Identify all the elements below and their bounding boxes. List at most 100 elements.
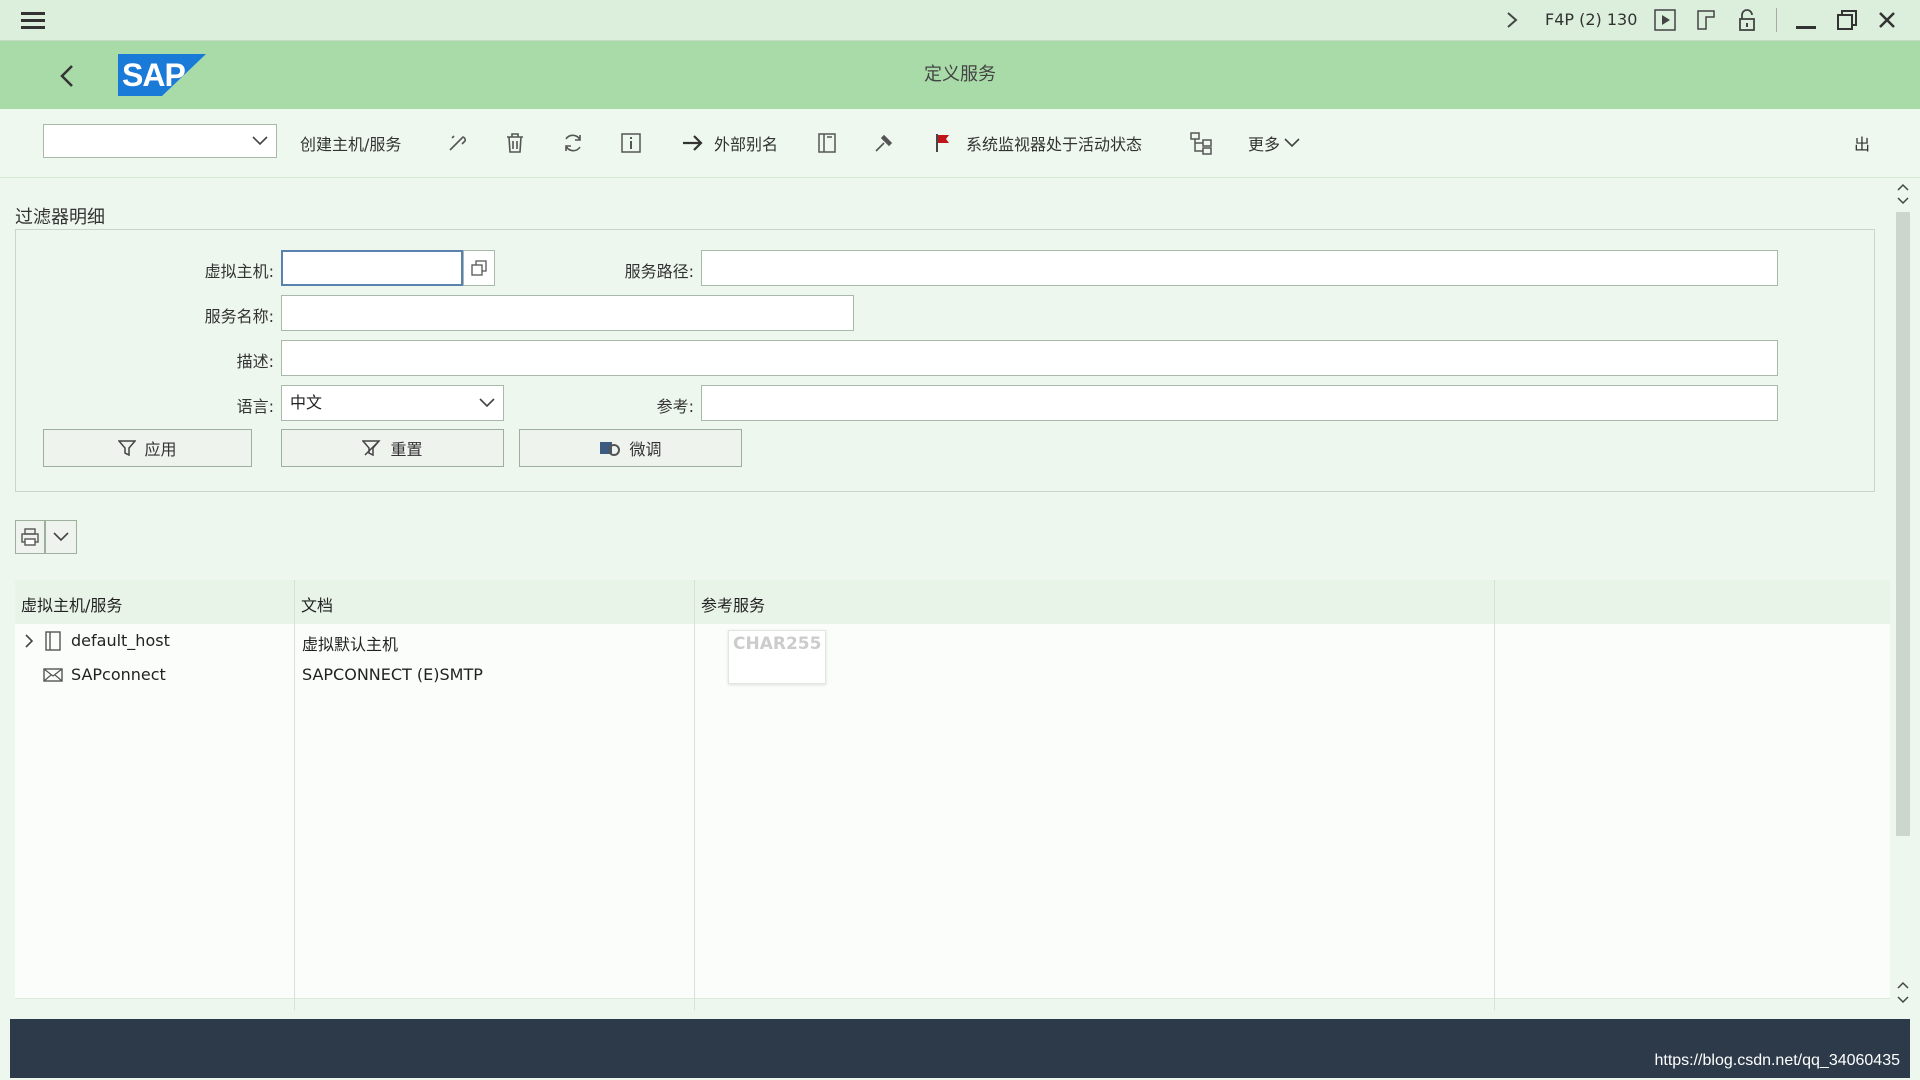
play-icon[interactable] xyxy=(1652,7,1678,33)
more-button[interactable]: 更多 xyxy=(1248,124,1300,162)
services-table: 虚拟主机/服务 文档 参考服务 default_host 虚拟默认主机 SAPc… xyxy=(15,580,1890,1010)
lock-icon[interactable] xyxy=(1734,7,1760,33)
virtual-host-label: 虚拟主机: xyxy=(204,262,274,281)
reset-button[interactable]: 重置 xyxy=(281,429,504,467)
scroll-up-icon[interactable] xyxy=(1895,180,1911,194)
table-row[interactable]: default_host 虚拟默认主机 xyxy=(15,624,1890,659)
apply-button[interactable]: 应用 xyxy=(43,429,252,467)
exit-label: 出 xyxy=(1854,135,1871,154)
chevron-down-icon xyxy=(53,532,69,542)
more-label: 更多 xyxy=(1248,135,1281,154)
scroll-thumb[interactable] xyxy=(1896,212,1910,836)
flag-icon xyxy=(926,126,960,160)
service-path-label: 服务路径: xyxy=(624,262,694,281)
chevron-right-icon[interactable] xyxy=(1500,8,1524,32)
column-divider xyxy=(694,580,695,1010)
restore-icon[interactable] xyxy=(1834,7,1860,33)
column-divider xyxy=(1494,580,1495,1010)
table-row-empty xyxy=(15,760,1890,795)
language-select[interactable]: 中文 xyxy=(281,385,504,421)
apply-label: 应用 xyxy=(144,440,177,459)
filter-section-title: 过滤器明细 xyxy=(15,207,105,228)
minimize-icon[interactable] xyxy=(1793,7,1819,33)
cell-tooltip: CHAR255 xyxy=(728,630,826,684)
session-info: F4P (2) 130 xyxy=(1545,10,1638,29)
virtual-host-input[interactable] xyxy=(281,250,463,286)
table-row-empty xyxy=(15,896,1890,931)
print-button[interactable] xyxy=(15,520,45,554)
reference-label: 参考: xyxy=(656,397,694,416)
separator xyxy=(1776,8,1777,32)
row-host-name: default_host xyxy=(71,631,170,650)
external-alias-button[interactable]: 外部别名 xyxy=(676,124,778,162)
fine-tune-label: 微调 xyxy=(629,440,662,459)
trash-icon xyxy=(498,126,532,160)
external-alias-label: 外部别名 xyxy=(714,135,779,154)
hierarchy-button[interactable] xyxy=(1184,124,1218,162)
reference-input[interactable] xyxy=(701,385,1778,421)
wand-icon xyxy=(440,126,474,160)
table-header: 虚拟主机/服务 文档 参考服务 xyxy=(15,580,1890,625)
row-document: 虚拟默认主机 xyxy=(302,635,399,654)
row-host-name: SAPconnect xyxy=(71,665,166,684)
refresh-button[interactable] xyxy=(556,124,590,162)
table-row-empty xyxy=(15,692,1890,727)
fine-tune-button[interactable]: 微调 xyxy=(519,429,742,467)
scroll-down-icon[interactable] xyxy=(1895,993,1911,1007)
pin-button[interactable] xyxy=(867,124,901,162)
print-options-dropdown[interactable] xyxy=(45,520,77,554)
page-title: 定义服务 xyxy=(924,64,996,85)
arrow-right-icon xyxy=(676,126,710,160)
create-host-service-label: 创建主机/服务 xyxy=(300,135,402,154)
mail-icon xyxy=(43,665,63,685)
value-help-button[interactable] xyxy=(463,250,495,286)
table-row[interactable]: SAPconnect SAPCONNECT (E)SMTP xyxy=(15,658,1890,693)
refresh-icon xyxy=(556,126,590,160)
filter-icon xyxy=(118,440,137,457)
status-bar: https://blog.csdn.net/qq_34060435 xyxy=(10,1019,1910,1078)
toolbar-dropdown[interactable] xyxy=(43,124,277,158)
info-icon xyxy=(614,126,648,160)
pin-icon xyxy=(867,126,901,160)
scroll-down-icon[interactable] xyxy=(1895,194,1911,208)
exit-button[interactable]: 出 xyxy=(1854,124,1870,162)
service-path-input[interactable] xyxy=(701,250,1778,286)
table-row-empty xyxy=(15,828,1890,863)
table-row-empty xyxy=(15,964,1890,999)
reset-label: 重置 xyxy=(390,440,423,459)
vertical-scrollbar[interactable] xyxy=(1893,178,1913,1013)
table-row-empty xyxy=(15,726,1890,761)
language-label: 语言: xyxy=(236,397,274,416)
bookmark-icon[interactable] xyxy=(1693,7,1719,33)
hierarchy-icon xyxy=(1184,126,1218,160)
column-header-document[interactable]: 文档 xyxy=(301,592,333,616)
activate-button[interactable] xyxy=(440,124,474,162)
info-button[interactable] xyxy=(614,124,648,162)
scroll-up-icon[interactable] xyxy=(1895,978,1911,992)
column-header-reference-service[interactable]: 参考服务 xyxy=(701,592,765,616)
clear-filter-icon xyxy=(362,440,382,457)
system-monitor-button[interactable]: 系统监视器处于活动状态 xyxy=(926,124,1142,162)
system-monitor-label: 系统监视器处于活动状态 xyxy=(966,135,1143,154)
value-help-icon xyxy=(471,260,487,276)
language-value: 中文 xyxy=(290,393,323,412)
description-label: 描述: xyxy=(236,352,274,371)
watermark: https://blog.csdn.net/qq_34060435 xyxy=(1654,1052,1900,1069)
book-button[interactable] xyxy=(810,124,844,162)
column-header-host-service[interactable]: 虚拟主机/服务 xyxy=(21,592,122,616)
chevron-down-icon xyxy=(479,386,495,420)
expand-icon[interactable] xyxy=(21,632,37,650)
host-icon xyxy=(43,631,63,651)
table-row-empty xyxy=(15,930,1890,965)
service-name-label: 服务名称: xyxy=(204,307,274,326)
menu-icon[interactable] xyxy=(21,8,45,33)
close-icon[interactable] xyxy=(1874,7,1900,33)
create-host-service-button[interactable]: 创建主机/服务 xyxy=(300,124,401,162)
chevron-down-icon xyxy=(252,131,268,151)
settings-icon xyxy=(600,442,621,456)
service-name-input[interactable] xyxy=(281,295,854,331)
table-row-empty xyxy=(15,862,1890,897)
chevron-down-icon xyxy=(1284,138,1300,148)
description-input[interactable] xyxy=(281,340,1778,376)
delete-button[interactable] xyxy=(498,124,532,162)
